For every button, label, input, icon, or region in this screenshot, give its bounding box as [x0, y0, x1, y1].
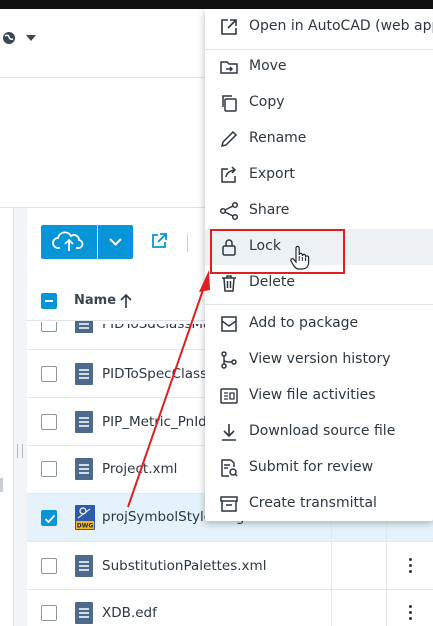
menu-item-label: Export — [249, 166, 295, 182]
upload-dropdown-button[interactable] — [98, 225, 133, 259]
toolbar-divider — [187, 234, 188, 252]
dwg-file-icon: DWG — [75, 505, 95, 530]
menu-item-open-in-autocad[interactable]: Open in AutoCAD (web app) — [205, 9, 433, 45]
menu-item-download-source[interactable]: Download source file — [205, 414, 433, 450]
dwg-badge: DWG — [77, 523, 94, 530]
chevron-down-icon[interactable] — [26, 35, 36, 41]
menu-item-create-transmittal[interactable]: Create transmittal — [205, 486, 433, 522]
menu-item-rename[interactable]: Rename — [205, 121, 433, 157]
open-external-icon[interactable] — [150, 232, 168, 250]
row-checkbox-checked[interactable] — [41, 510, 57, 526]
globe-icon[interactable] — [2, 31, 16, 45]
file-name[interactable]: PIP_Metric_PnId — [102, 414, 207, 430]
menu-item-label: Download source file — [249, 423, 396, 439]
menu-item-move[interactable]: Move — [205, 49, 433, 85]
menu-item-label: Copy — [249, 94, 285, 110]
column-divider — [331, 510, 332, 626]
document-icon — [75, 602, 93, 624]
file-name[interactable]: Project.xml — [102, 461, 177, 477]
menu-divider — [205, 304, 433, 305]
menu-item-label: View version history — [249, 351, 391, 367]
panel-edge — [0, 478, 3, 492]
row-checkbox[interactable] — [41, 558, 57, 574]
chevron-down-icon — [109, 238, 122, 246]
column-divider — [386, 510, 387, 626]
row-checkbox[interactable] — [41, 322, 57, 332]
name-column-header[interactable]: Name — [74, 293, 116, 308]
menu-item-label: Move — [249, 58, 287, 74]
menu-item-share[interactable]: Share — [205, 193, 433, 229]
download-icon — [222, 424, 236, 441]
open-external-icon — [221, 19, 237, 35]
pencil-icon — [220, 130, 238, 148]
file-name[interactable]: XDB.edf — [102, 605, 157, 621]
document-icon — [75, 555, 93, 577]
left-panel — [0, 208, 14, 626]
document-icon — [75, 411, 93, 433]
select-all-checkbox[interactable] — [41, 293, 57, 309]
top-bar — [0, 0, 433, 9]
row-more-icon[interactable] — [409, 558, 413, 574]
menu-item-label: View file activities — [249, 387, 376, 403]
row-checkbox[interactable] — [41, 605, 57, 621]
row-checkbox[interactable] — [41, 461, 57, 477]
activities-icon — [220, 388, 238, 404]
package-icon — [221, 316, 237, 332]
share-icon — [219, 201, 239, 221]
file-name[interactable]: SubstitutionPalettes.xml — [102, 558, 266, 574]
menu-item-label: Open in AutoCAD (web app) — [249, 18, 433, 34]
row-more-icon[interactable] — [409, 605, 413, 621]
document-icon — [75, 321, 93, 333]
menu-item-add-to-package[interactable]: Add to package — [205, 306, 433, 342]
row-checkbox[interactable] — [41, 366, 57, 382]
upload-button[interactable] — [41, 225, 97, 259]
resize-handle[interactable] — [17, 444, 23, 458]
export-icon — [221, 166, 237, 183]
transmittal-icon — [220, 496, 238, 512]
menu-item-label: Share — [249, 202, 290, 218]
menu-item-copy[interactable]: Copy — [205, 85, 433, 121]
row-checkbox[interactable] — [41, 414, 57, 430]
menu-item-label: Create transmittal — [249, 495, 377, 511]
menu-item-submit-for-review[interactable]: Submit for review — [205, 450, 433, 486]
sort-ascending-icon[interactable] — [118, 292, 134, 310]
menu-item-export[interactable]: Export — [205, 157, 433, 193]
file-name[interactable]: PIDToSpecClass — [102, 366, 207, 382]
move-icon — [220, 61, 238, 74]
menu-item-label: Submit for review — [249, 459, 374, 475]
menu-item-label: Delete — [249, 274, 295, 290]
menu-item-file-activities[interactable]: View file activities — [205, 378, 433, 414]
menu-item-version-history[interactable]: View version history — [205, 342, 433, 378]
copy-icon — [222, 95, 237, 112]
review-icon — [221, 459, 238, 477]
menu-item-label: Rename — [249, 130, 307, 146]
document-icon — [75, 363, 93, 385]
trash-icon — [222, 275, 236, 292]
lock-highlight-box — [210, 229, 345, 274]
hand-cursor-icon — [290, 245, 310, 270]
cloud-upload-icon — [52, 231, 84, 251]
version-history-icon — [221, 351, 237, 369]
menu-item-label: Add to package — [249, 315, 359, 331]
document-icon — [75, 458, 93, 480]
